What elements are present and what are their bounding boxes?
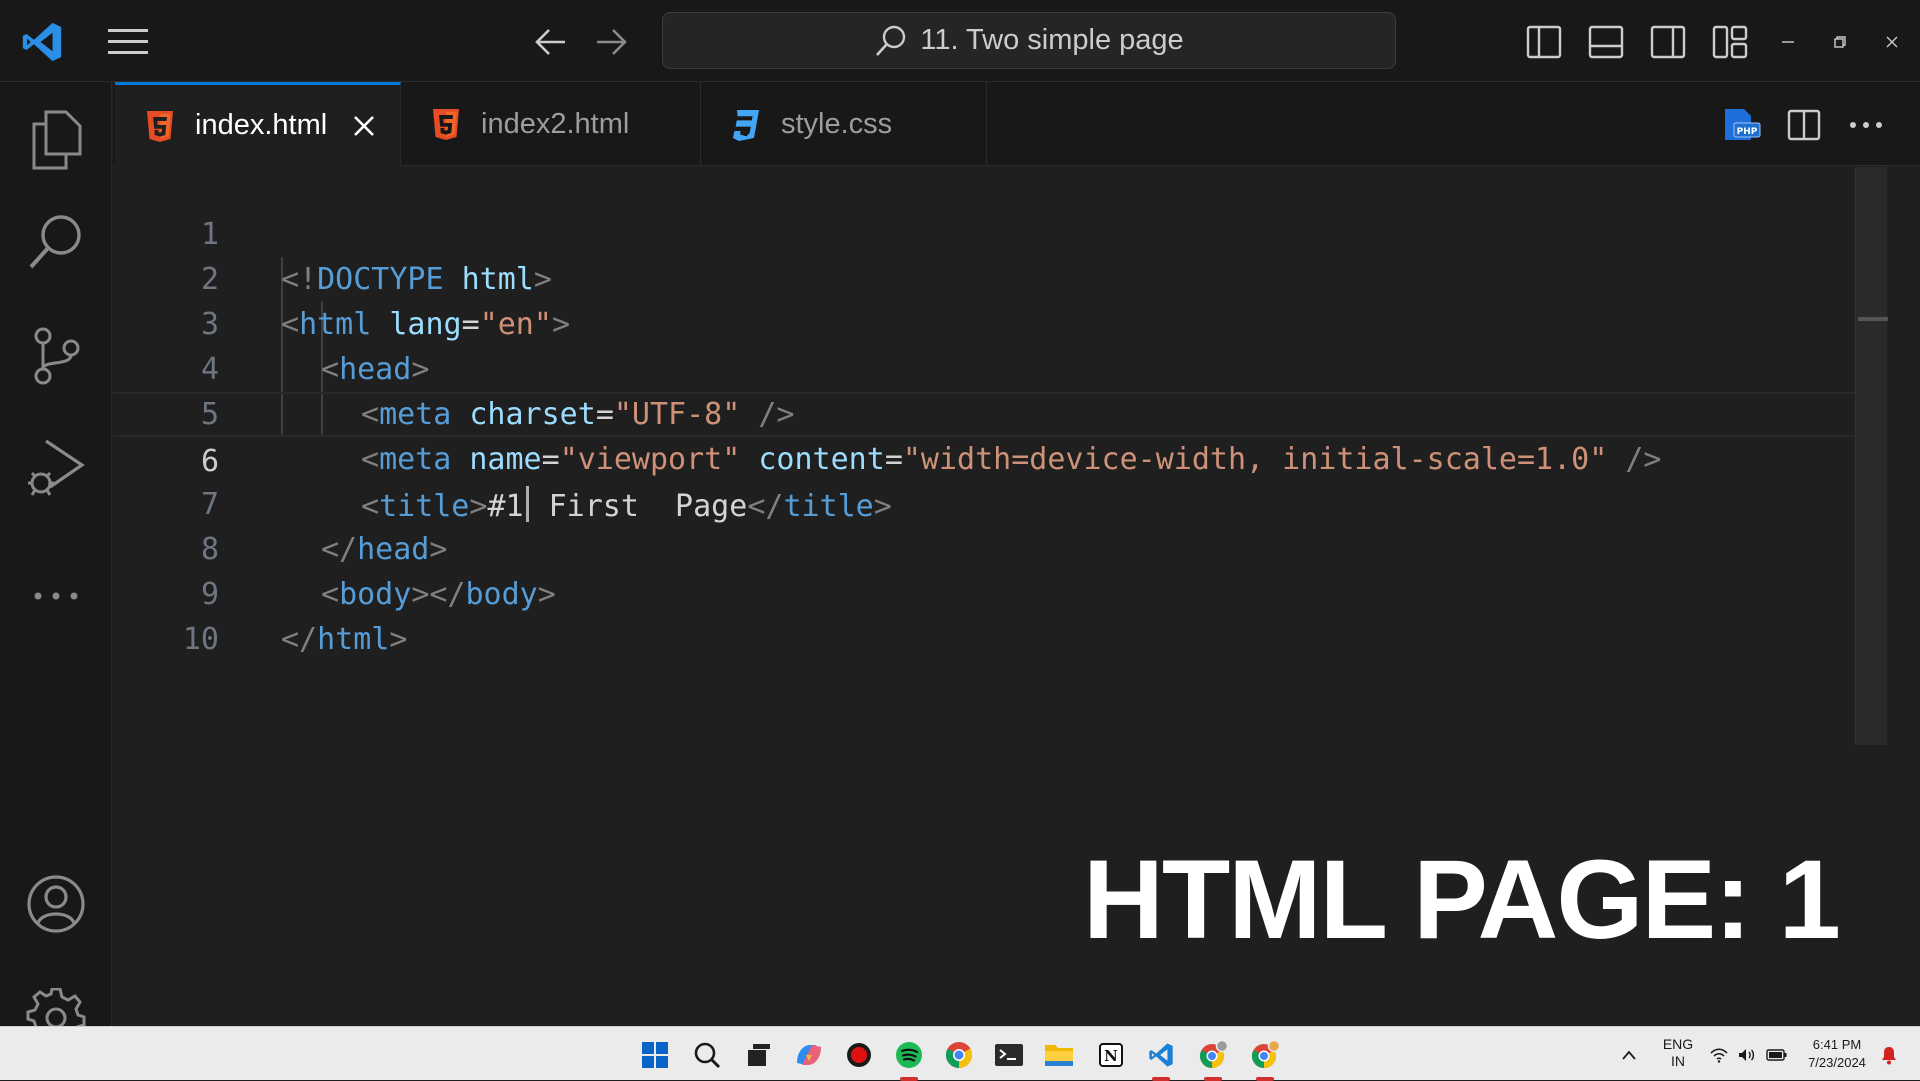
more-icon[interactable] <box>0 546 112 646</box>
search-icon[interactable] <box>0 192 112 292</box>
code-editor[interactable]: 1 <!DOCTYPE html> 2 <html lang="en"> 3 <… <box>113 167 1888 1026</box>
tab-label: style.css <box>781 107 893 140</box>
menu-icon[interactable] <box>104 20 152 64</box>
svg-text:N: N <box>1104 1047 1118 1065</box>
region-code: IN <box>1671 1053 1685 1069</box>
toggle-secondary-sidebar-icon[interactable] <box>1644 18 1692 66</box>
tab-label: index.html <box>195 109 328 141</box>
run-debug-icon[interactable] <box>0 418 112 518</box>
line-number: 10 <box>182 622 219 657</box>
scrollbar-cursor-marker <box>1858 317 1888 321</box>
command-center-search[interactable]: 11. Two simple page <box>662 12 1396 69</box>
chrome-profile-icon[interactable] <box>1194 1036 1232 1081</box>
search-icon <box>876 25 906 56</box>
minimize-icon[interactable] <box>1768 22 1808 62</box>
activity-bar <box>0 82 112 1048</box>
restore-icon[interactable] <box>1820 22 1860 62</box>
clock[interactable]: 6:41 PM 7/23/2024 <box>1796 1036 1878 1072</box>
windows-start-icon[interactable] <box>636 1036 674 1074</box>
code-line-9: 9 </html> <box>113 527 1887 657</box>
code-line-10: 10 <box>113 572 1887 657</box>
html5-icon <box>433 109 459 140</box>
code-line-8: 8 <body></body> <box>113 482 1887 612</box>
tab-label: index2.html <box>481 107 630 140</box>
file-explorer-icon[interactable] <box>1040 1036 1078 1074</box>
source-control-icon[interactable] <box>0 306 112 406</box>
notification-bell-icon[interactable] <box>1874 1036 1904 1074</box>
chevron-up-icon[interactable] <box>1614 1036 1644 1074</box>
clock-time: 6:41 PM <box>1812 1037 1862 1052</box>
close-window-icon[interactable] <box>1872 22 1912 62</box>
code-line-5: 5 <meta name="viewport" content="width=d… <box>113 347 1887 477</box>
chrome-profile-2-icon[interactable] <box>1246 1036 1284 1081</box>
volume-icon[interactable] <box>1732 1036 1762 1074</box>
code-line-4: 4 <meta charset="UTF-8" /> <box>113 302 1887 432</box>
more-actions-icon[interactable] <box>1843 102 1889 148</box>
code-line-3: 3 <head> <box>113 257 1887 387</box>
task-view-icon[interactable] <box>740 1036 778 1074</box>
overlay-caption: HTML PAGE: 1 <box>1083 837 1841 962</box>
language-indicator[interactable]: ENG IN <box>1650 1036 1706 1070</box>
terminal-icon[interactable] <box>990 1036 1028 1074</box>
editor-tab-bar: index.html index2.html style.css PHP <box>113 82 1920 166</box>
clock-date: 7/23/2024 <box>1808 1055 1866 1070</box>
arrow-left-icon[interactable] <box>528 20 572 64</box>
html5-icon <box>147 110 173 142</box>
search-icon[interactable] <box>688 1036 726 1074</box>
arrow-right-icon[interactable] <box>590 20 634 64</box>
language-code: ENG <box>1662 1036 1694 1052</box>
code-text: </html> <box>281 622 408 657</box>
spotify-icon[interactable] <box>890 1036 928 1081</box>
vertical-scrollbar[interactable] <box>1855 167 1888 745</box>
toggle-panel-icon[interactable] <box>1582 18 1630 66</box>
split-editor-icon[interactable] <box>1781 102 1827 148</box>
copilot-icon[interactable] <box>790 1036 828 1074</box>
svg-text:PHP: PHP <box>1737 127 1758 137</box>
record-icon[interactable] <box>840 1036 878 1074</box>
wifi-icon[interactable] <box>1704 1036 1734 1074</box>
code-line-7: 7 </head> <box>113 437 1887 567</box>
tab-style-css[interactable]: style.css <box>701 82 987 166</box>
code-line-2: 2 <html lang="en"> <box>113 212 1887 342</box>
css3-icon <box>733 110 759 141</box>
code-line-1: 1 <!DOCTYPE html> <box>113 167 1887 297</box>
vscode-icon <box>16 16 68 68</box>
vscode-icon[interactable] <box>1142 1036 1180 1081</box>
chrome-icon[interactable] <box>940 1036 978 1074</box>
windows-taskbar: N ENG IN 6:41 PM 7/23/2024 <box>0 1026 1920 1081</box>
tab-index2-html[interactable]: index2.html <box>401 82 701 166</box>
customize-layout-icon[interactable] <box>1706 18 1754 66</box>
explorer-icon[interactable] <box>0 90 112 190</box>
tab-index-html[interactable]: index.html <box>115 82 401 166</box>
close-icon[interactable] <box>347 109 381 143</box>
title-bar: 11. Two simple page <box>0 0 1920 82</box>
notion-icon[interactable]: N <box>1092 1036 1130 1074</box>
command-center-label: 11. Two simple page <box>920 24 1184 56</box>
php-server-icon[interactable]: PHP <box>1719 102 1765 148</box>
battery-icon[interactable] <box>1762 1036 1792 1074</box>
code-line-6: 6 <title>#1 First Page</title> <box>113 392 1887 524</box>
toggle-primary-sidebar-icon[interactable] <box>1520 18 1568 66</box>
accounts-icon[interactable] <box>0 854 112 954</box>
